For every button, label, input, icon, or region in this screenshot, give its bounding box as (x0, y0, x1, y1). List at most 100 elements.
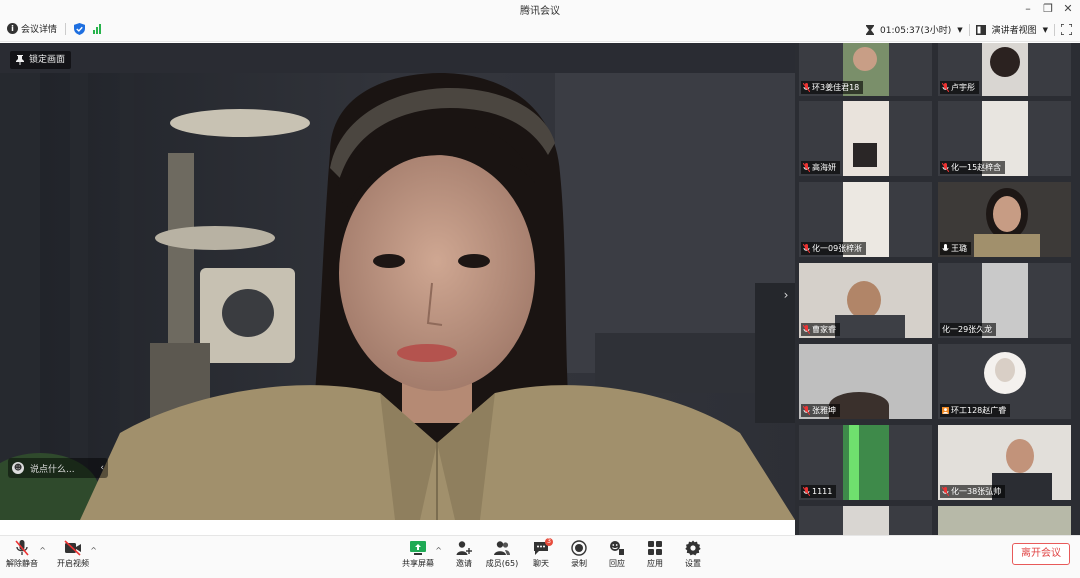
mic-muted-icon (803, 487, 810, 496)
participant-camera (843, 506, 889, 535)
gear-icon (685, 540, 701, 556)
participant-tile[interactable]: 高海妍 (799, 101, 932, 176)
fullscreen-icon[interactable] (1061, 24, 1072, 35)
apps-grid-icon (648, 541, 662, 555)
participant-name-label: 环3姜佳君18 (801, 81, 864, 94)
hourglass-icon (866, 24, 875, 35)
face-thumbnail (1006, 439, 1034, 473)
network-signal-icon[interactable] (93, 23, 102, 34)
divider (65, 22, 67, 35)
divider (1054, 23, 1055, 36)
participant-name-label: 环工128赵广睿 (940, 404, 1011, 417)
avatar-face (995, 358, 1015, 382)
participant-tile[interactable]: 环3姜佳君18 (799, 43, 932, 96)
chat-button[interactable]: 3 聊天 (523, 538, 559, 569)
mic-muted-icon (803, 83, 810, 92)
shirt-shape (974, 234, 1040, 257)
info-bar: i 会议详情 01:05:37(3小时) ▼ 演讲者视图 ▼ (0, 18, 1080, 42)
minimize-icon[interactable]: – (1020, 1, 1036, 17)
unmute-button[interactable]: 解除静音 ^ (4, 540, 46, 569)
reactions-label: 回应 (609, 559, 625, 568)
participant-gallery: 环3姜佳君18 卢宇彤 高海妍 化一15赵梓含 化一09张梓淅 王璐 曹家睿 化… (795, 43, 1080, 535)
pin-icon (16, 55, 24, 65)
participant-tile[interactable]: 化一29张久龙 (938, 263, 1071, 338)
video-top-strip (0, 43, 795, 73)
start-video-label: 开启视频 (57, 559, 89, 568)
settings-button[interactable]: 设置 (675, 540, 711, 569)
chat-input[interactable]: ☻ 说点什么... ‹ (8, 458, 108, 478)
speaker-video[interactable]: 锁定画面 › ☻ 说点什么... ‹ (0, 43, 795, 520)
mic-muted-icon (803, 406, 810, 415)
layout-icon (975, 24, 986, 35)
leave-meeting-button[interactable]: 离开会议 (1012, 543, 1070, 565)
participant-tile[interactable]: 化一15赵梓含 (938, 101, 1071, 176)
audio-options-caret-icon[interactable]: ^ (39, 546, 46, 555)
light-stripe (849, 425, 859, 500)
face-thumbnail (853, 47, 877, 71)
invite-user-icon (456, 541, 472, 555)
collapse-chat-icon[interactable]: ‹ (100, 463, 104, 473)
meeting-timer: 01:05:37(3小时) (880, 26, 952, 36)
face-thumbnail (847, 281, 881, 319)
timer-dropdown-icon[interactable]: ▼ (957, 26, 962, 34)
apps-button[interactable]: 应用 (637, 540, 673, 569)
participant-tile[interactable]: 张雅坤 (799, 344, 932, 419)
reaction-hand-icon (610, 541, 624, 555)
face-thumbnail (853, 143, 877, 167)
participant-tile[interactable]: 化一09张梓淅 (799, 182, 932, 257)
start-video-button[interactable]: 开启视频 ^ (55, 540, 97, 569)
participant-name-label: 张雅坤 (801, 404, 840, 417)
mic-muted-icon (15, 540, 29, 556)
participant-name-label: 高海妍 (801, 161, 840, 174)
pin-view-button[interactable]: 锁定画面 (10, 51, 72, 69)
meeting-window: 腾讯会议 – ❐ ✕ i 会议详情 01:05:37(3小时) ▼ 演讲者视图 … (0, 0, 1080, 578)
info-icon: i (7, 23, 18, 34)
chat-label: 聊天 (533, 559, 549, 568)
participant-tile[interactable] (799, 506, 932, 535)
security-shield-icon[interactable] (74, 22, 86, 35)
title-bar: 腾讯会议 – ❐ ✕ (0, 0, 1080, 18)
mic-muted-icon (803, 163, 810, 172)
meeting-toolbar: 解除静音 ^ 开启视频 ^ 共享屏幕 ^ 邀请 成员(65) 3 聊天 录制 回… (0, 535, 1080, 578)
mic-on-icon (942, 244, 949, 251)
shirt-shape (835, 315, 905, 338)
participant-name-label: 化一15赵梓含 (940, 161, 1006, 174)
participant-tile[interactable]: 化一38张弘帅 (938, 425, 1071, 500)
reactions-button[interactable]: 回应 (599, 540, 635, 569)
divider (968, 23, 970, 36)
participant-name-label: 化一38张弘帅 (940, 485, 1006, 498)
unmute-label: 解除静音 (6, 559, 38, 568)
participant-tile[interactable]: 环工128赵广睿 (938, 344, 1071, 419)
members-button[interactable]: 成员(65) (484, 540, 520, 569)
meeting-details-button[interactable]: i 会议详情 (7, 22, 57, 35)
pin-view-label: 锁定画面 (29, 55, 66, 65)
window-title: 腾讯会议 (520, 6, 560, 17)
participant-name-label: 卢宇彤 (940, 81, 979, 94)
view-mode-selector[interactable]: 演讲者视图 (992, 23, 1037, 36)
mic-muted-icon (942, 83, 949, 92)
mic-muted-icon (942, 163, 949, 172)
apps-label: 应用 (647, 559, 663, 568)
participant-tile-active-speaker[interactable]: 王璐 (938, 182, 1071, 257)
share-screen-button[interactable]: 共享屏幕 ^ (400, 540, 442, 569)
record-button[interactable]: 录制 (561, 540, 597, 569)
share-options-caret-icon[interactable]: ^ (435, 546, 442, 555)
participant-tile[interactable]: 曹家睿 (799, 263, 932, 338)
participant-tile[interactable]: 卢宇彤 (938, 43, 1071, 96)
record-icon (571, 540, 587, 556)
collapse-sidebar-icon[interactable]: › (779, 283, 793, 307)
close-icon[interactable]: ✕ (1060, 1, 1076, 17)
chat-unread-badge: 3 (545, 538, 553, 546)
participant-camera (938, 506, 1071, 535)
video-options-caret-icon[interactable]: ^ (90, 546, 97, 555)
view-dropdown-icon[interactable]: ▼ (1043, 26, 1048, 34)
participant-name-label: 化一29张久龙 (940, 323, 997, 336)
participant-tile[interactable]: 1111 (799, 425, 932, 500)
participant-name-label: 化一09张梓淅 (801, 242, 867, 255)
restore-icon[interactable]: ❐ (1040, 1, 1056, 17)
participant-name-label: 1111 (801, 485, 837, 498)
participant-tile[interactable] (938, 506, 1071, 535)
emoji-icon[interactable]: ☻ (12, 462, 24, 474)
mic-muted-icon (803, 244, 810, 253)
invite-button[interactable]: 邀请 (446, 540, 482, 569)
